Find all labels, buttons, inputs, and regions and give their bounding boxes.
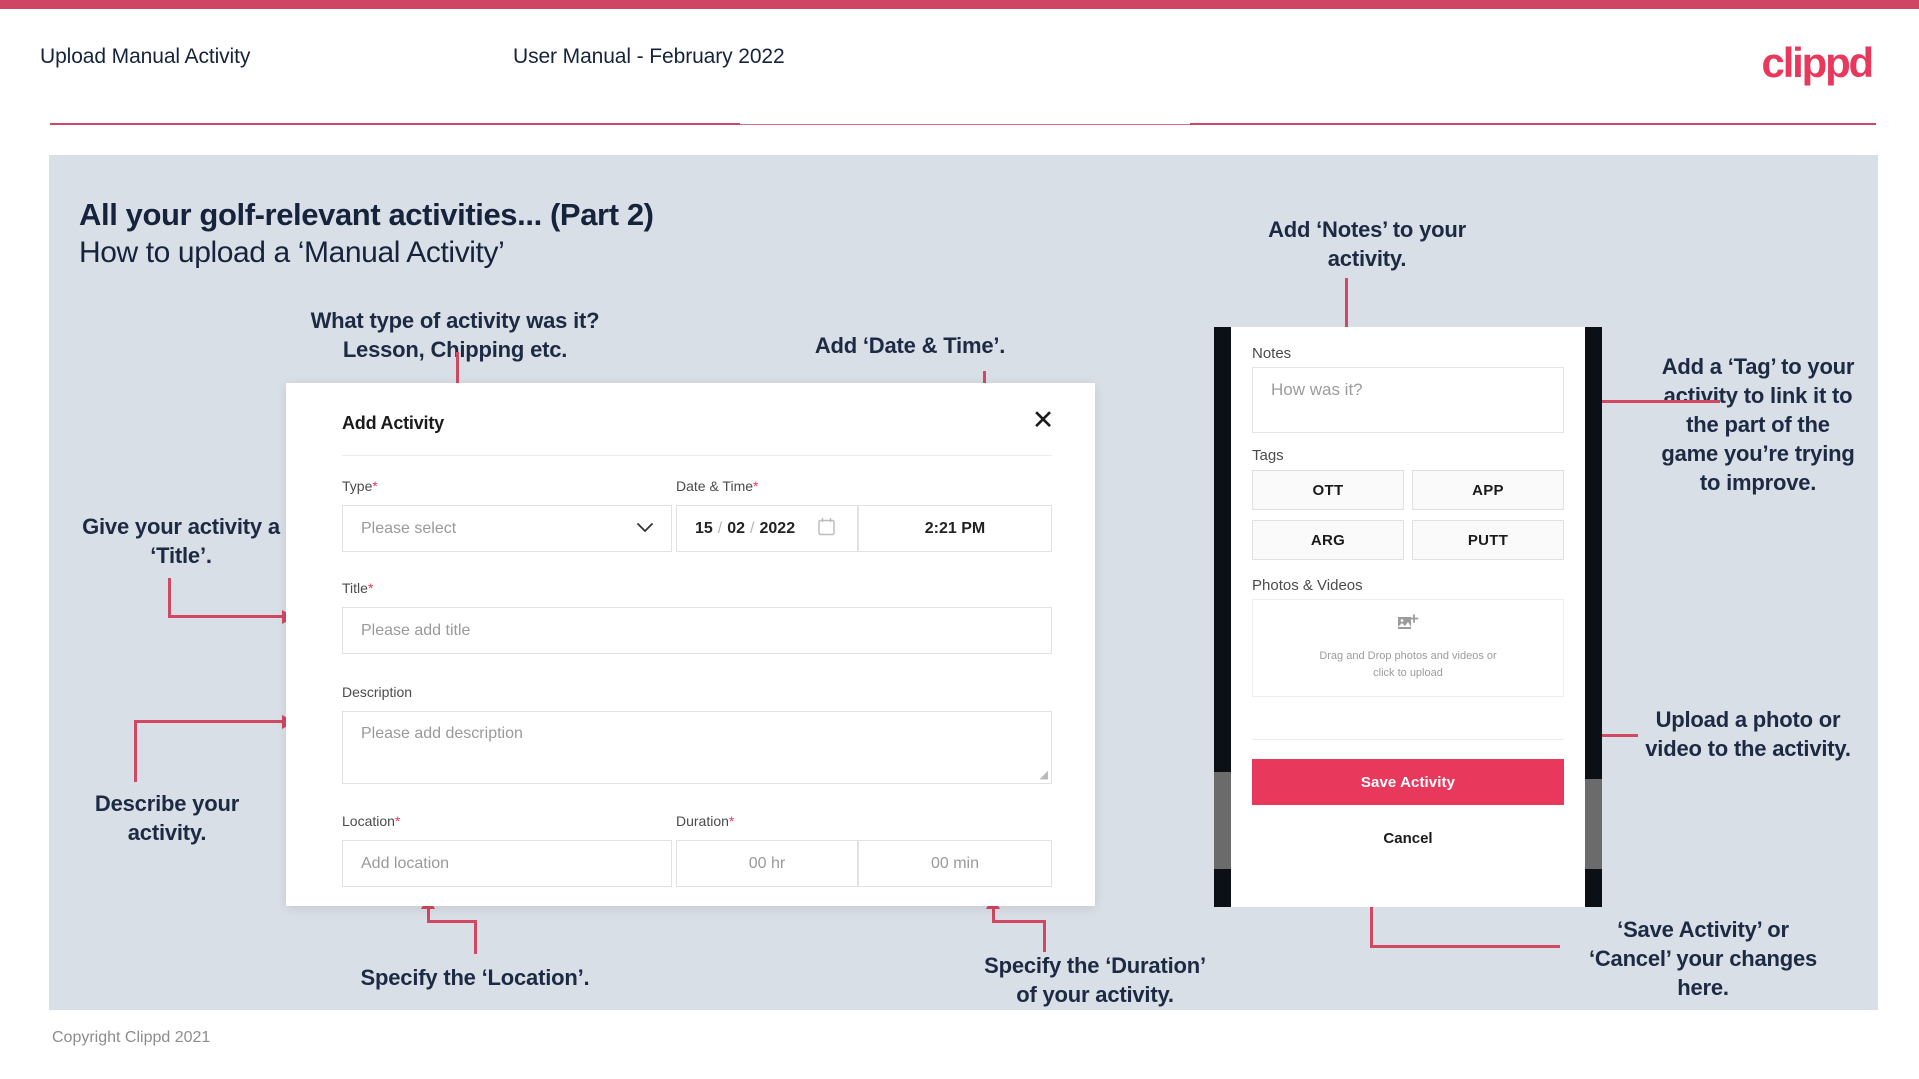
- title-label: Title*: [342, 580, 373, 596]
- photo-dropzone[interactable]: Drag and Drop photos and videos or click…: [1252, 599, 1564, 697]
- duration-hours-input[interactable]: 00 hr: [676, 840, 858, 887]
- page-title: Upload Manual Activity: [40, 45, 251, 68]
- type-placeholder: Please select: [361, 519, 457, 537]
- header-divider: [50, 123, 740, 125]
- date-time-required: *: [753, 478, 759, 494]
- dropzone-line-1: Drag and Drop photos and videos or: [1319, 650, 1497, 662]
- arrow-title-seg1: [168, 578, 171, 618]
- annotation-description: Describe your activity.: [94, 791, 240, 845]
- dialog-divider: [342, 455, 1052, 456]
- page-subtitle: User Manual - February 2022: [513, 45, 785, 68]
- duration-minutes-input[interactable]: 00 min: [858, 840, 1052, 887]
- annotation-duration: Specify the ‘Duration’ of your activity.: [984, 953, 1206, 1007]
- notes-input[interactable]: How was it?: [1252, 367, 1564, 433]
- arrow-save-seg1: [1370, 945, 1560, 948]
- duration-hours-placeholder: 00 hr: [748, 854, 786, 872]
- date-year: 2022: [759, 519, 796, 537]
- phone-screen: Notes How was it? Tags OTT APP ARG PUTT …: [1231, 327, 1585, 907]
- arrow-tags-seg1: [1600, 400, 1720, 403]
- annotation-save-cancel: ‘Save Activity’ or ‘Cancel’ your changes…: [1588, 917, 1818, 1000]
- title-required: *: [367, 580, 374, 596]
- phone-frame-right-bottom: [1585, 869, 1602, 907]
- add-activity-dialog: Add Activity ✕ Type* Please select Date …: [286, 383, 1095, 906]
- annotation-tags: Add a ‘Tag’ to your activity to link it …: [1661, 354, 1855, 495]
- phone-divider: [1252, 739, 1564, 740]
- arrow-location-seg2: [427, 920, 477, 923]
- dropzone-line-2: click to upload: [1373, 667, 1443, 679]
- tag-button-arg[interactable]: ARG: [1252, 520, 1404, 560]
- slide-title: All your golf-relevant activities... (Pa…: [79, 197, 654, 232]
- date-input[interactable]: 15 / 02 / 2022: [676, 505, 858, 552]
- dialog-title: Add Activity: [342, 413, 444, 433]
- slide-subtitle: How to upload a ‘Manual Activity’: [79, 236, 505, 269]
- date-time-label-text: Date & Time: [676, 478, 754, 494]
- title-input[interactable]: Please add title: [342, 607, 1052, 654]
- tags-label: Tags: [1252, 447, 1284, 464]
- photos-label: Photos & Videos: [1252, 577, 1363, 594]
- chevron-down-icon: [637, 520, 653, 538]
- annotation-notes: Add ‘Notes’ to your activity.: [1268, 217, 1466, 271]
- annotation-location: Specify the ‘Location’.: [360, 965, 590, 990]
- clippd-logo: clippd: [1761, 39, 1875, 86]
- date-time-label: Date & Time*: [676, 478, 758, 494]
- dropzone-text: Drag and Drop photos and videos or click…: [1319, 648, 1496, 682]
- add-image-icon: [1397, 614, 1419, 639]
- tag-button-ott[interactable]: OTT: [1252, 470, 1404, 510]
- duration-minutes-placeholder: 00 min: [930, 854, 980, 872]
- slide-root: Upload Manual Activity User Manual - Feb…: [0, 0, 1919, 1079]
- location-required: *: [394, 813, 401, 829]
- save-activity-button[interactable]: Save Activity: [1252, 759, 1564, 805]
- arrow-duration-seg1: [1043, 920, 1046, 952]
- annotation-photos: Upload a photo or video to the activity.: [1645, 707, 1851, 761]
- tag-button-putt[interactable]: PUTT: [1412, 520, 1564, 560]
- title-placeholder: Please add title: [361, 621, 471, 639]
- date-month: 02: [727, 519, 746, 537]
- phone-frame-left-bottom: [1214, 869, 1231, 907]
- notes-label: Notes: [1252, 345, 1292, 362]
- description-label: Description: [342, 684, 412, 700]
- close-icon[interactable]: ✕: [1028, 405, 1058, 435]
- phone-frame-left-top: [1214, 327, 1231, 772]
- duration-label: Duration*: [676, 813, 734, 829]
- location-input[interactable]: Add location: [342, 840, 672, 887]
- type-required: *: [372, 478, 378, 494]
- phone-frame-right-mid: [1585, 779, 1602, 869]
- location-label: Location*: [342, 813, 400, 829]
- arrow-location-seg1: [474, 920, 477, 954]
- cancel-button[interactable]: Cancel: [1252, 817, 1564, 859]
- time-value: 2:21 PM: [924, 519, 986, 537]
- type-label-text: Type: [342, 478, 373, 494]
- arrow-duration-seg2: [992, 920, 1046, 923]
- notes-placeholder: How was it?: [1271, 380, 1363, 399]
- phone-mockup: Notes How was it? Tags OTT APP ARG PUTT …: [1214, 327, 1602, 907]
- annotation-date-time: Add ‘Date & Time’.: [814, 333, 1006, 358]
- description-textarea[interactable]: Please add description ◢: [342, 711, 1052, 784]
- phone-frame-right-top: [1585, 327, 1602, 779]
- annotation-type: What type of activity was it? Lesson, Ch…: [310, 308, 600, 362]
- date-day: 15: [695, 519, 713, 537]
- resize-handle-icon[interactable]: ◢: [1040, 768, 1048, 781]
- date-sep-2: /: [750, 519, 755, 537]
- description-placeholder: Please add description: [361, 725, 523, 742]
- calendar-icon[interactable]: [818, 517, 835, 540]
- annotation-title: Give your activity a ‘Title’.: [82, 514, 280, 568]
- time-input[interactable]: 2:21 PM: [858, 505, 1052, 552]
- type-label: Type*: [342, 478, 378, 494]
- tag-button-app[interactable]: APP: [1412, 470, 1564, 510]
- type-select[interactable]: Please select: [342, 505, 672, 552]
- footer-copyright: Copyright Clippd 2021: [52, 1029, 211, 1046]
- duration-label-text: Duration: [676, 813, 729, 829]
- phone-frame-left-mid: [1214, 772, 1231, 869]
- arrow-title-seg2: [168, 615, 286, 618]
- title-label-text: Title: [342, 580, 368, 596]
- description-label-text: Description: [342, 684, 413, 700]
- top-accent-strip: [0, 0, 1919, 9]
- header-divider-right: [1190, 123, 1876, 125]
- location-label-text: Location: [342, 813, 395, 829]
- arrow-desc-seg1: [134, 720, 137, 782]
- location-placeholder: Add location: [361, 854, 450, 872]
- arrow-desc-seg2: [134, 720, 286, 723]
- duration-required: *: [728, 813, 735, 829]
- date-sep-1: /: [717, 519, 723, 537]
